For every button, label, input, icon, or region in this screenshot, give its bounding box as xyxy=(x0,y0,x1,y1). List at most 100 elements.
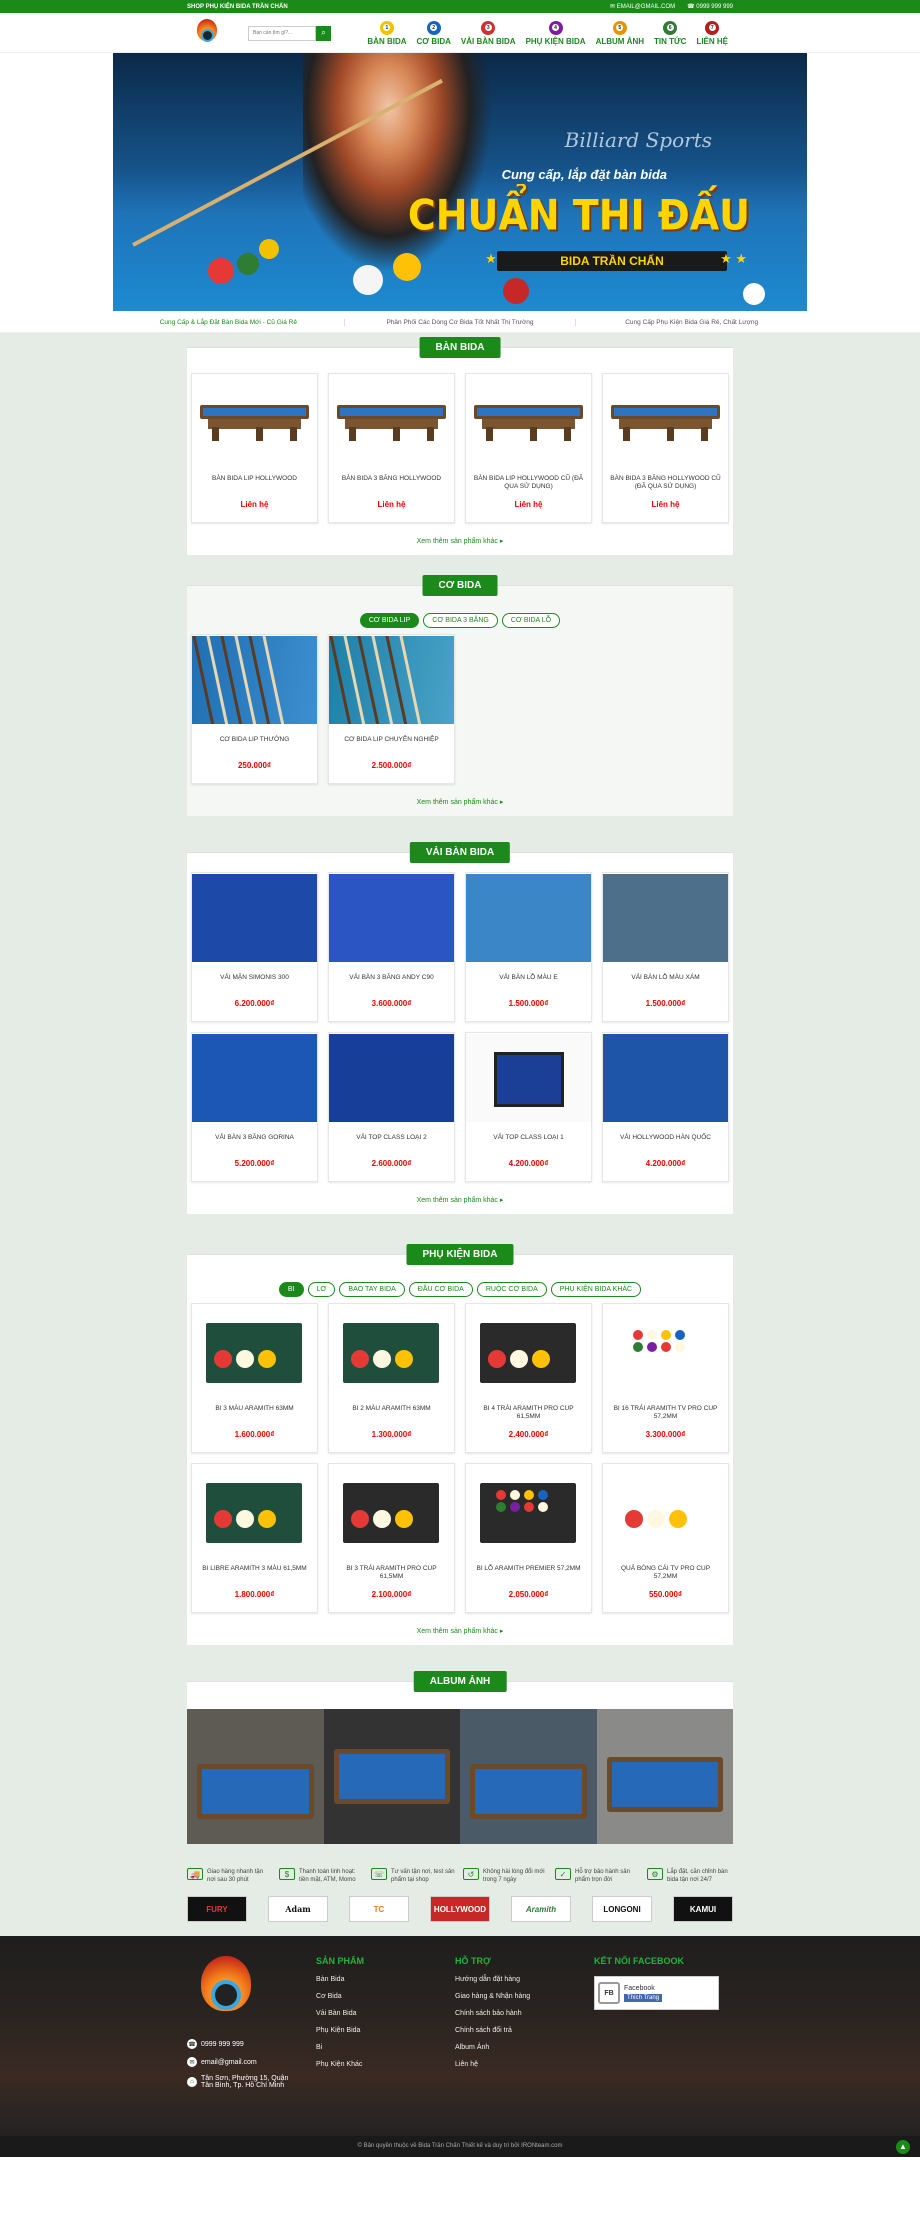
category-tab[interactable]: BI xyxy=(278,1282,304,1297)
category-tab[interactable]: CƠ BIDA 3 BĂNG xyxy=(423,613,498,628)
album-photo[interactable] xyxy=(460,1709,597,1844)
back-to-top-button[interactable]: ▲ xyxy=(896,2140,910,2154)
product-image[interactable] xyxy=(329,1034,454,1122)
product-image[interactable] xyxy=(603,375,728,463)
product-card[interactable]: VẢI HOLLYWOOD HÀN QUỐC 4.200.000₫ xyxy=(602,1032,729,1182)
brand-logo[interactable]: HOLLYWOOD xyxy=(430,1896,490,1922)
facebook-like-button[interactable]: Thích Trang xyxy=(624,1993,663,2002)
more-link[interactable]: Xem thêm sản phẩm khác ▸ xyxy=(187,1182,733,1214)
hero-banner[interactable]: Billiard Sports Cung cấp, lắp đặt bàn bi… xyxy=(113,53,807,311)
footer-link[interactable]: Chính sách đổi trả xyxy=(455,2027,594,2034)
brand-logo[interactable]: Adam xyxy=(268,1896,328,1922)
brand-logo[interactable]: TC xyxy=(349,1896,409,1922)
product-image[interactable] xyxy=(603,1465,728,1553)
product-card[interactable]: BI 3 MÀU ARAMITH 63MM 1.600.000₫ xyxy=(191,1303,318,1453)
product-image[interactable] xyxy=(329,1465,454,1553)
phone-link[interactable]: ☎ 0999 999 999 xyxy=(687,3,733,10)
category-tab[interactable]: ĐẦU CƠ BIDA xyxy=(408,1282,473,1297)
footer-phone[interactable]: ☎ 0999 999 999 xyxy=(187,2039,316,2049)
product-card[interactable]: VẢI BÀN 3 BĂNG ANDY C90 3.600.000₫ xyxy=(328,872,455,1022)
product-name[interactable]: BI 16 TRÁI ARAMITH TV PRO CUP 57,2MM xyxy=(603,1405,728,1421)
logo[interactable] xyxy=(195,19,219,47)
product-name[interactable]: BÀN BIDA 3 BĂNG HOLLYWOOD xyxy=(336,475,447,491)
search-button[interactable]: ⌕ xyxy=(316,25,331,41)
product-name[interactable]: VẢI HOLLYWOOD HÀN QUỐC xyxy=(614,1134,717,1150)
product-image[interactable] xyxy=(603,1305,728,1393)
product-image[interactable] xyxy=(192,874,317,962)
footer-email[interactable]: ✉ email@gmail.com xyxy=(187,2057,316,2067)
brand-logo[interactable]: Aramith xyxy=(511,1896,571,1922)
product-card[interactable]: VẢI TOP CLASS LOẠI 2 2.600.000₫ xyxy=(328,1032,455,1182)
footer-link[interactable]: Bàn Bida xyxy=(316,1976,455,1983)
nav-item[interactable]: 5 ALBUM ẢNH xyxy=(591,20,649,46)
product-image[interactable] xyxy=(192,1465,317,1553)
category-tab[interactable]: RUỘC CƠ BIDA xyxy=(476,1282,547,1297)
nav-item[interactable]: 2 CƠ BIDA xyxy=(412,20,456,46)
category-tab[interactable]: CƠ BIDA LỖ xyxy=(501,613,561,628)
category-tab[interactable]: BAO TAY BIDA xyxy=(339,1282,405,1297)
search-input[interactable] xyxy=(248,25,316,41)
nav-item[interactable]: 7 LIÊN HỆ xyxy=(691,20,733,46)
product-image[interactable] xyxy=(192,1305,317,1393)
brand-logo[interactable]: FURY xyxy=(187,1896,247,1922)
product-card[interactable]: BÀN BIDA LIP HOLLYWOOD Liên hệ xyxy=(191,373,318,523)
product-card[interactable]: BI 16 TRÁI ARAMITH TV PRO CUP 57,2MM 3.30… xyxy=(602,1303,729,1453)
nav-item[interactable]: 4 PHỤ KIỆN BIDA xyxy=(521,20,591,46)
product-name[interactable]: VẢI BÀN LỖ MÀU XÁM xyxy=(625,974,705,990)
category-tab[interactable]: LƠ xyxy=(307,1282,336,1297)
more-link[interactable]: Xem thêm sản phẩm khác ▸ xyxy=(187,1613,733,1645)
footer-link[interactable]: Bi xyxy=(316,2044,455,2051)
footer-link[interactable]: Phụ Kiện Khác xyxy=(316,2061,455,2068)
product-image[interactable] xyxy=(603,874,728,962)
product-image[interactable] xyxy=(466,1034,591,1122)
product-card[interactable]: CƠ BIDA LIP THƯỜNG 250.000₫ xyxy=(191,634,318,784)
product-image[interactable] xyxy=(329,874,454,962)
more-link[interactable]: Xem thêm sản phẩm khác ▸ xyxy=(187,523,733,555)
product-name[interactable]: BI LIBRE ARAMITH 3 MÀU 61,5MM xyxy=(196,1565,312,1581)
product-image[interactable] xyxy=(466,1305,591,1393)
product-name[interactable]: VẢI MẶN SIMONIS 300 xyxy=(214,974,295,990)
category-tab[interactable]: PHỤ KIỆN BIDA KHÁC xyxy=(550,1282,642,1297)
product-card[interactable]: QUẢ BÓNG CÁI TV PRO CUP 57,2MM 550.000₫ xyxy=(602,1463,729,1613)
nav-item[interactable]: 1 BÀN BIDA xyxy=(362,20,411,46)
product-name[interactable]: BI 4 TRÁI ARAMITH PRO CUP 61,5MM xyxy=(466,1405,591,1421)
product-card[interactable]: VẢI BÀN LỖ MÀU XÁM 1.500.000₫ xyxy=(602,872,729,1022)
footer-link[interactable]: Chính sách bảo hành xyxy=(455,2010,594,2017)
product-card[interactable]: BI LIBRE ARAMITH 3 MÀU 61,5MM 1.800.000₫ xyxy=(191,1463,318,1613)
product-name[interactable]: BI 2 MÀU ARAMITH 63MM xyxy=(346,1405,436,1421)
album-photo[interactable] xyxy=(323,1709,460,1844)
more-link[interactable]: Xem thêm sản phẩm khác ▸ xyxy=(187,784,733,816)
product-image[interactable] xyxy=(329,636,454,724)
product-card[interactable]: CƠ BIDA LIP CHUYÊN NGHIỆP 2.500.000₫ xyxy=(328,634,455,784)
product-card[interactable]: BI 2 MÀU ARAMITH 63MM 1.300.000₫ xyxy=(328,1303,455,1453)
album-photo[interactable] xyxy=(596,1709,733,1844)
facebook-widget[interactable]: FB Facebook Thích Trang xyxy=(594,1976,720,2010)
nav-item[interactable]: 3 VẢI BÀN BIDA xyxy=(456,20,521,46)
product-name[interactable]: VẢI BÀN LỖ MÀU E xyxy=(493,974,564,990)
product-image[interactable] xyxy=(329,1305,454,1393)
product-name[interactable]: BI LỖ ARAMITH PREMIER 57,2MM xyxy=(470,1565,586,1581)
footer-link[interactable]: Album Ảnh xyxy=(455,2044,594,2051)
product-card[interactable]: VẢI TOP CLASS LOẠI 1 4.200.000₫ xyxy=(465,1032,592,1182)
album-photo[interactable] xyxy=(187,1709,324,1844)
footer-link[interactable]: Cơ Bida xyxy=(316,1993,455,2000)
product-image[interactable] xyxy=(192,375,317,463)
product-name[interactable]: QUẢ BÓNG CÁI TV PRO CUP 57,2MM xyxy=(603,1565,728,1581)
product-name[interactable]: CƠ BIDA LIP THƯỜNG xyxy=(214,736,296,752)
product-card[interactable]: BÀN BIDA 3 BĂNG HOLLYWOOD Liên hệ xyxy=(328,373,455,523)
product-name[interactable]: CƠ BIDA LIP CHUYÊN NGHIỆP xyxy=(338,736,444,752)
product-card[interactable]: BI 4 TRÁI ARAMITH PRO CUP 61,5MM 2.400.00… xyxy=(465,1303,592,1453)
product-image[interactable] xyxy=(192,1034,317,1122)
product-image[interactable] xyxy=(603,1034,728,1122)
product-card[interactable]: BÀN BIDA LIP HOLLYWOOD CŨ (ĐÃ QUA SỬ DỤN… xyxy=(465,373,592,523)
product-card[interactable]: VẢI MẶN SIMONIS 300 6.200.000₫ xyxy=(191,872,318,1022)
product-name[interactable]: BÀN BIDA LIP HOLLYWOOD xyxy=(206,475,303,491)
category-tab[interactable]: CƠ BIDA LIP xyxy=(359,613,420,628)
product-card[interactable]: VẢI BÀN 3 BĂNG GORINA 5.200.000₫ xyxy=(191,1032,318,1182)
product-name[interactable]: BÀN BIDA 3 BĂNG HOLLYWOOD CŨ (ĐÃ QUA SỬ … xyxy=(603,475,728,491)
product-name[interactable]: BI 3 TRÁI ARAMITH PRO CUP 61,5MM xyxy=(329,1565,454,1581)
brand-logo[interactable]: LONGONI xyxy=(592,1896,652,1922)
product-image[interactable] xyxy=(329,375,454,463)
product-name[interactable]: VẢI TOP CLASS LOẠI 1 xyxy=(487,1134,569,1150)
product-image[interactable] xyxy=(466,874,591,962)
